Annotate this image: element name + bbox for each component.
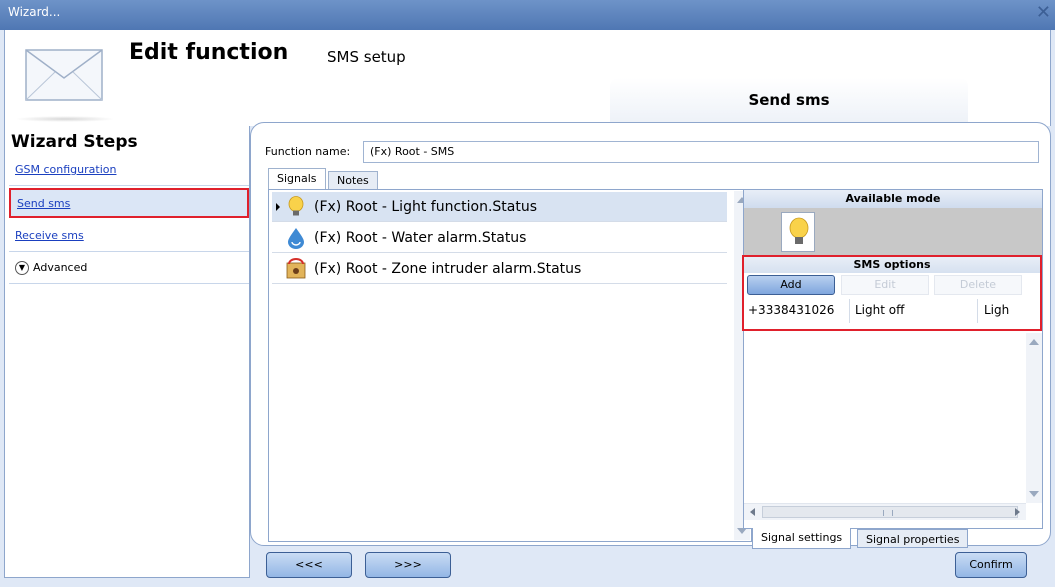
scroll-thumb[interactable] (762, 506, 1018, 518)
close-icon[interactable]: ✕ (1036, 1, 1051, 25)
main-panel: Function name: (Fx) Root - SMS Signals N… (250, 122, 1051, 549)
signal-item-light-function[interactable]: (Fx) Root - Light function.Status (272, 192, 727, 222)
row-pointer-icon (276, 203, 280, 211)
step-receive-sms[interactable]: Receive sms (9, 222, 249, 252)
chevron-down-icon: ▼ (15, 261, 29, 275)
signals-list: (Fx) Root - Light function.Status (Fx) R… (268, 189, 752, 542)
signal-label: (Fx) Root - Water alarm.Status (314, 230, 527, 246)
add-button[interactable]: Add (747, 275, 835, 295)
page-subtitle: SMS setup (327, 48, 406, 66)
sms-options-box: SMS options Add Edit Delete +3338431026 … (742, 255, 1042, 331)
scroll-left-icon[interactable] (750, 508, 755, 516)
sms-message: Light off (855, 303, 905, 317)
tab-notes[interactable]: Notes (328, 171, 378, 190)
tab-signals[interactable]: Signals (268, 168, 326, 190)
advanced-label: Advanced (33, 261, 88, 274)
signal-item-zone-intruder-alarm[interactable]: (Fx) Root - Zone intruder alarm.Status (272, 254, 727, 284)
next-button[interactable]: >>> (365, 552, 451, 578)
available-mode-item[interactable] (781, 212, 815, 252)
available-mode-area (744, 208, 1042, 256)
previous-button[interactable]: <<< (266, 552, 352, 578)
edit-button[interactable]: Edit (841, 275, 929, 295)
wizard-steps-title: Wizard Steps (11, 132, 138, 152)
signal-label: (Fx) Root - Zone intruder alarm.Status (314, 261, 582, 277)
sms-phone: +3338431026 (748, 303, 835, 317)
delete-button[interactable]: Delete (934, 275, 1022, 295)
step-send-sms[interactable]: Send sms (9, 188, 249, 218)
wizard-steps-panel: Wizard Steps GSM configuration Send sms … (4, 126, 250, 578)
sms-horizontal-scrollbar[interactable] (744, 503, 1026, 520)
function-name-input[interactable]: (Fx) Root - SMS (363, 141, 1039, 163)
water-drop-icon (288, 228, 304, 249)
page-title: Edit function (129, 40, 289, 65)
scroll-up-icon[interactable] (1029, 339, 1039, 345)
available-mode-header: Available mode (744, 190, 1042, 208)
right-panel: Available mode SMS options Add Edit Dele… (742, 189, 1043, 529)
signal-label: (Fx) Root - Light function.Status (314, 199, 538, 215)
function-name-label: Function name: (265, 145, 351, 158)
scroll-down-icon[interactable] (1029, 491, 1039, 497)
confirm-button[interactable]: Confirm (955, 552, 1027, 578)
light-bulb-icon (288, 196, 304, 216)
envelope-icon (25, 49, 103, 101)
signal-item-water-alarm[interactable]: (Fx) Root - Water alarm.Status (272, 223, 727, 253)
scroll-right-icon[interactable] (1015, 508, 1020, 516)
tab-signal-settings[interactable]: Signal settings (752, 528, 852, 549)
sms-options-header: SMS options (744, 257, 1040, 273)
advanced-toggle[interactable]: ▼ Advanced (9, 254, 249, 284)
icon-shadow (15, 116, 115, 122)
current-step-title: Send sms (610, 78, 968, 122)
title-bar: Wizard... ✕ (0, 0, 1055, 30)
sms-option-row[interactable]: +3338431026 Light off Ligh (744, 299, 1040, 323)
window-title: Wizard... (8, 5, 61, 19)
sms-extra: Ligh (984, 303, 1010, 317)
tab-signal-properties[interactable]: Signal properties (857, 529, 969, 548)
sms-vertical-scrollbar[interactable] (1026, 333, 1042, 503)
wizard-window: Wizard... ✕ Edit function SMS setup Send… (0, 0, 1055, 587)
intruder-alarm-icon (286, 258, 306, 279)
light-bulb-icon (789, 217, 809, 244)
step-gsm-configuration[interactable]: GSM configuration (9, 156, 249, 186)
header: Edit function SMS setup Send sms (4, 30, 1051, 126)
